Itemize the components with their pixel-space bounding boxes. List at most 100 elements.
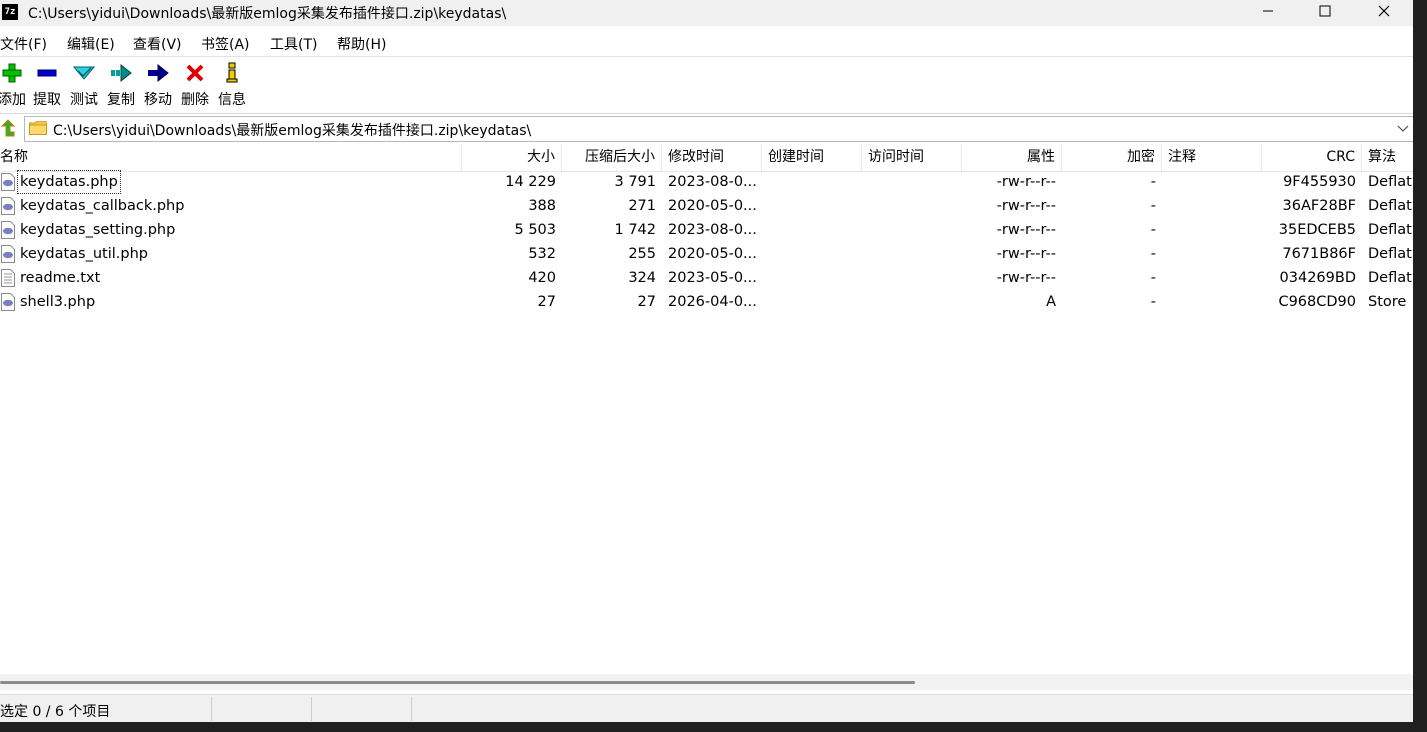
horizontal-scrollbar[interactable] — [0, 674, 1413, 690]
title-bar[interactable]: 7z C:\Users\yidui\Downloads\最新版emlog采集发布… — [0, 0, 1413, 26]
cell-name[interactable]: keydatas.php — [0, 170, 462, 194]
address-row: C:\Users\yidui\Downloads\最新版emlog采集发布插件接… — [0, 113, 1414, 144]
extract-button[interactable]: 提取 — [29, 61, 65, 109]
menu-help[interactable]: 帮助(H) — [337, 34, 386, 54]
cell-comment — [1162, 266, 1262, 290]
folder-icon — [29, 121, 47, 135]
col-header-modified[interactable]: 修改时间 — [662, 144, 762, 171]
col-header-accessed[interactable]: 访问时间 — [862, 144, 962, 171]
add-label: 添加 — [0, 92, 26, 108]
move-icon — [148, 63, 169, 83]
add-icon — [2, 63, 22, 83]
address-bar[interactable]: C:\Users\yidui\Downloads\最新版emlog采集发布插件接… — [24, 116, 1414, 142]
col-header-crc[interactable]: CRC — [1262, 144, 1362, 171]
file-name: keydatas_util.php — [20, 246, 148, 262]
file-name: keydatas_setting.php — [20, 222, 176, 238]
status-selection: 选定 0 / 6 个项目 — [0, 704, 111, 720]
move-button[interactable]: 移动 — [140, 61, 176, 109]
cell-method: Deflat — [1368, 198, 1412, 214]
cell-encrypted: - — [1150, 174, 1156, 190]
maximize-button[interactable] — [1297, 0, 1353, 26]
cell-attributes: -rw-r--r-- — [996, 174, 1056, 190]
cell-created — [762, 242, 862, 266]
cell-encrypted: - — [1150, 294, 1156, 310]
cell-packed-size: 27 — [637, 294, 656, 310]
cell-accessed — [862, 290, 962, 314]
table-row[interactable]: keydatas.php 14 229 3 791 2023-08-0... -rw-r… — [0, 170, 1413, 194]
address-path: C:\Users\yidui\Downloads\最新版emlog采集发布插件接… — [53, 123, 532, 139]
cell-attributes: A — [1046, 294, 1056, 310]
table-row[interactable]: keydatas_setting.php 5 503 1 742 2023-08-0.… — [0, 218, 1413, 242]
chevron-down-icon[interactable] — [1397, 120, 1409, 136]
col-header-name[interactable]: 名称 — [0, 144, 462, 171]
minimize-icon — [1263, 10, 1273, 12]
table-row[interactable]: keydatas_callback.php 388 271 2020-05-0... -… — [0, 194, 1413, 218]
text-file-icon — [1, 269, 15, 287]
cell-attributes: -rw-r--r-- — [996, 246, 1056, 262]
cell-modified: 2023-08-0... — [668, 222, 757, 238]
cell-method: Deflat — [1368, 246, 1412, 262]
table-row[interactable]: readme.txt 420 324 2023-05-0... -rw-r--r-- - 0… — [0, 266, 1413, 290]
col-header-encrypted[interactable]: 加密 — [1062, 144, 1162, 171]
add-button[interactable]: 添加 — [0, 61, 30, 109]
up-arrow-icon — [0, 119, 16, 137]
extract-icon — [37, 69, 57, 77]
menu-view[interactable]: 查看(V) — [133, 34, 182, 54]
status-bar: 选定 0 / 6 个项目 — [0, 694, 1413, 723]
scrollbar-thumb[interactable] — [0, 681, 915, 684]
info-button[interactable]: 信息 — [214, 61, 250, 109]
cell-attributes: -rw-r--r-- — [996, 270, 1056, 286]
cell-accessed — [862, 266, 962, 290]
test-button[interactable]: 测试 — [66, 61, 102, 109]
cell-created — [762, 218, 862, 242]
info-icon — [226, 62, 238, 83]
table-row[interactable]: shell3.php 27 27 2026-04-0... A - C968CD90 Stor… — [0, 290, 1413, 314]
col-header-created[interactable]: 创建时间 — [762, 144, 862, 171]
cell-name[interactable]: readme.txt — [0, 266, 462, 290]
test-label: 测试 — [70, 92, 98, 108]
cell-modified: 2026-04-0... — [668, 294, 757, 310]
cell-size: 14 229 — [505, 174, 556, 190]
status-divider — [211, 697, 212, 721]
cell-accessed — [862, 218, 962, 242]
cell-attributes: -rw-r--r-- — [996, 222, 1056, 238]
delete-button[interactable]: 删除 — [177, 61, 213, 109]
cell-modified: 2020-05-0... — [668, 246, 757, 262]
table-row[interactable]: keydatas_util.php 532 255 2020-05-0... -rw-r… — [0, 242, 1413, 266]
cell-name[interactable]: keydatas_setting.php — [0, 218, 462, 242]
cell-name[interactable]: shell3.php — [0, 290, 462, 314]
close-button[interactable] — [1356, 0, 1412, 26]
extract-label: 提取 — [33, 92, 61, 108]
info-label: 信息 — [218, 92, 246, 108]
col-header-packed-size[interactable]: 压缩后大小 — [562, 144, 662, 171]
cell-name[interactable]: keydatas_util.php — [0, 242, 462, 266]
cell-packed-size: 255 — [628, 246, 656, 262]
cell-crc: 034269BD — [1279, 270, 1356, 286]
cell-packed-size: 3 791 — [614, 174, 656, 190]
up-folder-button[interactable] — [0, 118, 18, 138]
cell-name[interactable]: keydatas_callback.php — [0, 194, 462, 218]
menu-tools[interactable]: 工具(T) — [270, 34, 317, 54]
cell-comment — [1162, 194, 1262, 218]
file-name: shell3.php — [20, 294, 96, 310]
php-file-icon — [1, 221, 15, 239]
col-header-method[interactable]: 算法 — [1362, 144, 1413, 171]
menu-bookmarks[interactable]: 书签(A) — [201, 34, 250, 54]
col-header-size[interactable]: 大小 — [462, 144, 562, 171]
cell-crc: C968CD90 — [1278, 294, 1356, 310]
cell-encrypted: - — [1150, 246, 1156, 262]
move-label: 移动 — [144, 92, 172, 108]
window-title: C:\Users\yidui\Downloads\最新版emlog采集发布插件接… — [28, 6, 507, 22]
menu-edit[interactable]: 编辑(E) — [67, 34, 115, 54]
menu-file[interactable]: 文件(F) — [0, 34, 47, 54]
cell-modified: 2023-08-0... — [668, 174, 757, 190]
cell-comment — [1162, 170, 1262, 194]
cell-created — [762, 266, 862, 290]
php-file-icon — [1, 245, 15, 263]
col-header-comment[interactable]: 注释 — [1162, 144, 1262, 171]
cell-crc: 35EDCEB5 — [1278, 222, 1356, 238]
copy-button[interactable]: 复制 — [103, 61, 139, 109]
minimize-button[interactable] — [1240, 0, 1296, 26]
col-header-attributes[interactable]: 属性 — [962, 144, 1062, 171]
cell-crc: 36AF28BF — [1282, 198, 1356, 214]
